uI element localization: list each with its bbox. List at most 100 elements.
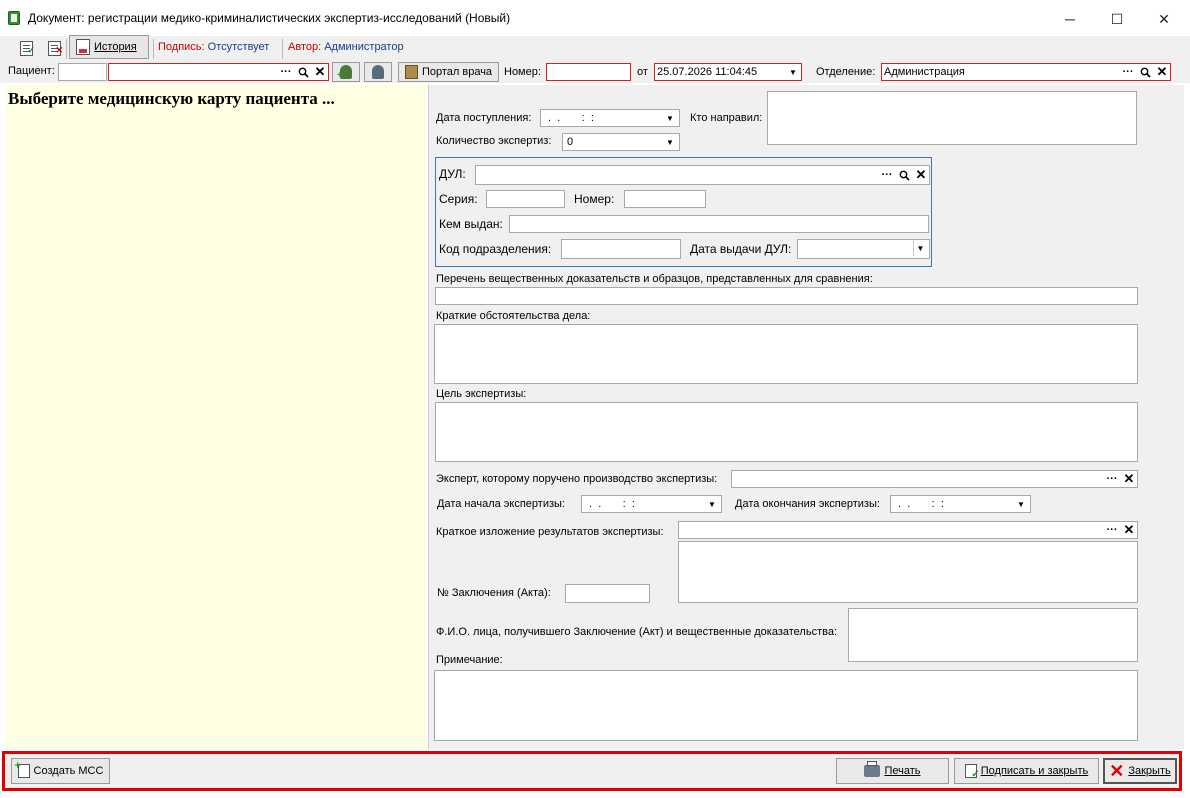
close-button[interactable]: ✕ Закрыть <box>1103 758 1177 784</box>
patient-clear-icon[interactable]: ✕ <box>312 64 328 80</box>
department-search-icon[interactable] <box>1137 64 1153 80</box>
results-textarea[interactable] <box>678 541 1138 603</box>
conclusion-number-label: № Заключения (Акта): <box>437 587 551 599</box>
department-clear-icon[interactable]: ✕ <box>1154 64 1170 80</box>
end-date-value: . . : : <box>895 498 944 510</box>
patient-ellipsis-button[interactable]: ··· <box>278 64 294 80</box>
print-button[interactable]: Печать <box>836 758 949 784</box>
dul-number-label: Номер: <box>574 192 615 206</box>
dul-clear-icon[interactable]: ✕ <box>913 167 929 183</box>
results-picker[interactable]: ··· ✕ <box>678 521 1138 539</box>
series-input[interactable] <box>486 190 565 208</box>
toolbar-separator <box>153 39 154 59</box>
chevron-down-icon[interactable]: ▼ <box>913 240 927 256</box>
referred-by-label: Кто направил: <box>690 112 763 124</box>
document-date-value: 25.07.2026 11:04:45 <box>657 66 758 78</box>
close-window-button[interactable]: ✕ <box>1141 6 1187 32</box>
series-label: Серия: <box>439 192 478 206</box>
evidence-list-label: Перечень вещественных доказательств и об… <box>436 273 873 285</box>
portal-icon <box>404 65 418 79</box>
history-icon <box>76 39 90 55</box>
note-label: Примечание: <box>436 654 503 666</box>
chevron-down-icon[interactable]: ▼ <box>1014 496 1028 512</box>
patient-name-input[interactable]: ··· ✕ <box>108 63 329 81</box>
chevron-down-icon[interactable]: ▼ <box>663 134 677 150</box>
conclusion-number-input[interactable] <box>565 584 650 603</box>
expert-input[interactable]: ··· ✕ <box>731 470 1138 488</box>
minimize-button[interactable]: ─ <box>1047 6 1093 32</box>
window-title: Документ: регистрации медико-криминалист… <box>28 11 511 25</box>
identity-document-group: ДУЛ: ··· ✕ Серия: Номер: Кем выдан: Код … <box>435 157 932 267</box>
dul-number-input[interactable] <box>624 190 706 208</box>
number-input[interactable] <box>546 63 631 81</box>
doctor-portal-label: Портал врача <box>421 66 493 78</box>
sign-and-close-label: Подписать и закрыть <box>980 765 1089 777</box>
print-label: Печать <box>884 765 921 777</box>
department-value: Администрация <box>884 66 965 78</box>
results-label: Краткое изложение результатов экспертизы… <box>436 526 664 538</box>
note-textarea[interactable] <box>434 670 1138 741</box>
patient-bar: Пациент: ··· ✕ + Портал врача Номер: от … <box>0 61 1190 83</box>
dul-input[interactable]: ··· ✕ <box>475 165 930 185</box>
end-date-picker[interactable]: . . : : ▼ <box>890 495 1031 513</box>
find-patient-button[interactable] <box>364 62 392 82</box>
sign-document-icon[interactable]: ✓ <box>16 38 36 58</box>
purpose-textarea[interactable] <box>435 402 1138 462</box>
medical-card-panel[interactable]: Выберите медицинскую карту пациента ... <box>6 85 426 749</box>
results-ellipsis-button[interactable]: ··· <box>1104 522 1120 538</box>
admission-date-label: Дата поступления: <box>436 112 532 124</box>
division-code-label: Код подразделения: <box>439 242 552 256</box>
referred-by-input[interactable] <box>767 91 1137 145</box>
history-button[interactable]: История <box>69 35 149 59</box>
close-icon: ✕ <box>1109 761 1125 781</box>
dul-label: ДУЛ: <box>439 167 466 181</box>
toolbar: ✓ ✕ История Подпись: Отсутствует Автор: … <box>0 35 1190 61</box>
document-date-picker[interactable]: 25.07.2026 11:04:45 ▼ <box>654 63 802 81</box>
signature-status: Подпись: Отсутствует <box>158 41 269 53</box>
expert-clear-icon[interactable]: ✕ <box>1121 471 1137 487</box>
recipient-label: Ф.И.О. лица, получившего Заключение (Акт… <box>436 626 838 638</box>
admission-date-value: . . : : <box>545 112 594 124</box>
exam-count-label: Количество экспертиз: <box>436 135 552 147</box>
doctor-portal-button[interactable]: Портал врача <box>398 62 499 82</box>
chevron-down-icon[interactable]: ▼ <box>663 110 677 126</box>
circumstances-textarea[interactable] <box>434 324 1138 384</box>
exam-count-value: 0 <box>567 136 574 148</box>
add-patient-button[interactable]: + <box>332 62 360 82</box>
start-date-value: . . : : <box>586 498 635 510</box>
dul-search-icon[interactable] <box>896 167 912 183</box>
create-mss-label: Создать МСС <box>33 765 104 777</box>
expert-ellipsis-button[interactable]: ··· <box>1104 471 1120 487</box>
issued-by-label: Кем выдан: <box>439 217 503 231</box>
patient-search-icon[interactable] <box>295 64 311 80</box>
recipient-input[interactable] <box>848 608 1138 662</box>
results-clear-icon[interactable]: ✕ <box>1121 522 1137 538</box>
chevron-down-icon[interactable]: ▼ <box>705 496 719 512</box>
department-ellipsis-button[interactable]: ··· <box>1120 64 1136 80</box>
add-person-icon: + <box>337 65 352 81</box>
dul-ellipsis-button[interactable]: ··· <box>879 167 895 183</box>
division-code-input[interactable] <box>561 239 681 259</box>
person-search-icon <box>372 65 384 79</box>
signature-label: Подпись: <box>158 41 205 53</box>
issued-by-input[interactable] <box>509 215 929 233</box>
number-label: Номер: <box>504 66 541 78</box>
create-mss-button[interactable]: + Создать МСС <box>11 758 110 784</box>
author-label: Автор: <box>288 41 322 53</box>
chevron-down-icon[interactable]: ▼ <box>786 65 800 79</box>
date-from-label: от <box>637 66 648 78</box>
dul-issue-date-picker[interactable]: ▼ <box>797 239 930 259</box>
patient-code-input[interactable] <box>58 63 107 81</box>
start-date-picker[interactable]: . . : : ▼ <box>581 495 722 513</box>
select-card-hint: Выберите медицинскую карту пациента ... <box>8 89 335 108</box>
exam-count-select[interactable]: 0 ▼ <box>562 133 680 151</box>
maximize-button[interactable]: ☐ <box>1094 6 1140 32</box>
bottom-action-bar: + Создать МСС Печать ✓ Подписать и закры… <box>2 751 1182 791</box>
department-input[interactable]: Администрация ··· ✕ <box>881 63 1171 81</box>
unsign-document-icon[interactable]: ✕ <box>44 38 64 58</box>
evidence-list-input[interactable] <box>435 287 1138 305</box>
sign-and-close-button[interactable]: ✓ Подписать и закрыть <box>954 758 1099 784</box>
admission-date-picker[interactable]: . . : : ▼ <box>540 109 680 127</box>
department-label: Отделение: <box>816 66 876 78</box>
author-value: Администратор <box>324 41 404 53</box>
